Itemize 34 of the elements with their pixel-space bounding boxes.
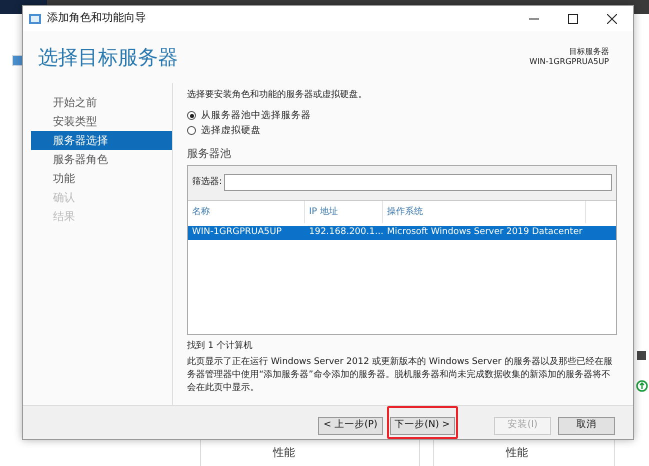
column-header[interactable]: IP 地址 — [305, 200, 383, 222]
wizard-button[interactable]: 取消 — [558, 416, 615, 435]
wizard-icon — [29, 12, 42, 24]
intro-text: 选择要安装角色和功能的服务器或虚拟硬盘。 — [187, 89, 368, 102]
filter-field[interactable] — [224, 174, 612, 191]
maximize-icon[interactable] — [568, 14, 578, 24]
target-server-name: WIN-1GRGPRUA5UP — [529, 57, 609, 67]
window-title: 添加角色和功能向导 — [47, 10, 147, 26]
description-text: 此页显示了正在运行 Windows Server 2012 或更新版本的 Windows Server 的服务器以及那些已经在服务器管理器中使用“添加服务器”命令添加的服务器。脱机服务器和尚未完成数据收集的新添加的服务器将不会在此页中显示。 — [187, 356, 614, 395]
wizard-step[interactable]: 功能 — [31, 169, 172, 188]
close-icon[interactable] — [607, 14, 617, 24]
wizard-step[interactable]: 服务器角色 — [31, 150, 172, 169]
radio-button[interactable] — [187, 126, 196, 136]
radio-button[interactable] — [187, 111, 196, 120]
table-cell-text: 192.168.200.1... — [308, 226, 383, 239]
radio-label[interactable]: 从服务器池中选择服务器 — [201, 108, 311, 123]
table-cell-text: Microsoft Windows Server 2019 Datacenter — [386, 226, 584, 239]
wizard-button[interactable]: < 上一步(P) — [318, 416, 382, 435]
table-row[interactable]: WIN-1GRGPRUA5UP 192.168.200.1... Microsoft Windows Server 2019 Datacenter — [188, 226, 616, 240]
column-header[interactable]: 操作系统 — [383, 200, 586, 222]
filter-label: 筛选器: — [192, 176, 222, 189]
column-header[interactable]: 名称 — [188, 200, 305, 222]
app-icon — [12, 55, 23, 66]
circle-arrow-icon — [636, 380, 648, 392]
section-title: 服务器池 — [187, 146, 232, 162]
table-cell-text: WIN-1GRGPRUA5UP — [191, 226, 283, 239]
radio-label[interactable]: 选择虚拟硬盘 — [201, 124, 261, 138]
target-server-label: 目标服务器 — [569, 47, 609, 57]
wizard-step[interactable]: 安装类型 — [31, 112, 172, 131]
page-title: 选择目标服务器 — [38, 44, 178, 71]
wizard-step[interactable]: 服务器选择 — [31, 131, 172, 150]
wizard-button[interactable]: 下一步(N) > — [390, 416, 455, 435]
wizard-step[interactable]: 开始之前 — [31, 93, 172, 112]
result-count: 找到 1 个计算机 — [187, 340, 254, 352]
